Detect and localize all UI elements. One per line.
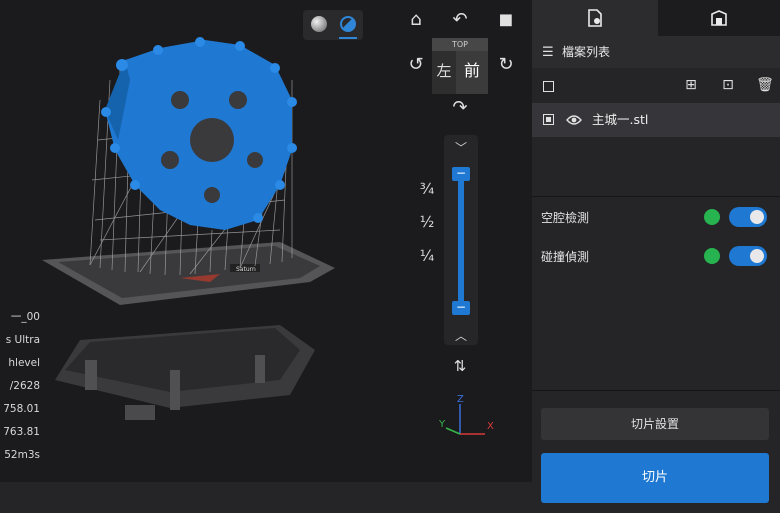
divider [532, 390, 780, 391]
file-list-item[interactable]: 主城一.stl [532, 103, 780, 137]
home-view-icon[interactable]: ⌂ [404, 8, 428, 32]
arrange-icon[interactable]: ⊡ [719, 76, 737, 94]
toggle-knob [750, 249, 764, 263]
file-name: 主城一.stl [592, 112, 649, 127]
slider-chevron-up-icon[interactable]: ︿ [450, 327, 472, 343]
view-cube-top-label: TOP [451, 40, 468, 49]
stat-line: 763.81 [3, 426, 40, 438]
rotate-up-icon[interactable]: ↶ [448, 8, 472, 32]
status-ok-icon [704, 209, 720, 225]
slider-fraction: ¾ [419, 180, 435, 198]
solid-view-icon[interactable] [311, 16, 327, 32]
file-settings-icon [588, 9, 602, 27]
printer-icon [711, 10, 727, 26]
slider-bottom-handle[interactable]: − [452, 301, 470, 315]
stat-line: 一_00 [10, 311, 40, 323]
panel-tabs [532, 0, 780, 36]
collision-check-toggle[interactable] [729, 246, 767, 266]
stat-line: hlevel [8, 357, 40, 369]
layer-slider-track[interactable] [458, 174, 464, 308]
slice-button[interactable]: 切片 [541, 453, 769, 503]
visibility-eye-icon[interactable] [566, 114, 582, 126]
delete-icon[interactable]: 🗑 [756, 76, 774, 94]
model-preview: Saturn [42, 37, 335, 420]
stat-line: 758.01 [3, 403, 40, 415]
slider-fraction: ¼ [419, 247, 435, 265]
file-list-title: 檔案列表 [562, 45, 611, 59]
rotate-left-icon[interactable]: ↺ [404, 53, 428, 77]
rotate-right-icon[interactable]: ↻ [494, 53, 518, 77]
add-file-icon[interactable]: ⊞ [682, 76, 700, 94]
slider-reset-icon[interactable]: ⇅ [448, 354, 472, 378]
slider-top-handle[interactable]: − [452, 167, 470, 181]
slider-chevron-down-icon[interactable]: ﹀ [450, 139, 472, 155]
stat-line: s Ultra [5, 334, 40, 346]
hollow-check-toggle[interactable] [729, 207, 767, 227]
toggle-knob [750, 210, 764, 224]
3d-viewport[interactable]: Saturn 一_00 s Ultra hlevel /2628 758.01 … [0, 0, 532, 513]
tab-printer[interactable] [658, 0, 780, 36]
stat-line: /2628 [9, 380, 40, 392]
axis-gizmo: Z X Y [438, 394, 494, 435]
viewport-status-bar [0, 482, 532, 513]
select-all-checkbox[interactable] [543, 81, 554, 92]
rotate-down-icon[interactable]: ↷ [448, 96, 472, 120]
tab-files[interactable] [532, 0, 658, 36]
hollow-check-label: 空腔檢測 [541, 211, 590, 225]
axis-z-label: Z [457, 394, 464, 405]
file-checkbox[interactable] [543, 114, 554, 125]
axis-y-label: Y [438, 419, 446, 430]
print-stats: 一_00 s Ultra hlevel /2628 758.01 763.81 … [0, 310, 40, 471]
collision-check-label: 碰撞偵測 [541, 250, 590, 264]
render-mode-toggle [303, 10, 363, 40]
status-ok-icon [704, 248, 720, 264]
stat-line: 52m3s [4, 449, 40, 461]
xray-view-icon[interactable] [340, 16, 356, 32]
list-icon: ☰ [542, 45, 554, 60]
right-panel: ☰ 檔案列表 ⊞ ⊡ 🗑 主城一.stl 空腔檢測 碰撞偵測 切片設置 切片 [532, 0, 780, 513]
divider [532, 196, 780, 197]
iso-view-icon[interactable]: ◼ [494, 8, 518, 32]
axis-x-label: X [487, 421, 494, 432]
slider-fraction: ½ [419, 213, 435, 231]
view-cube-left[interactable]: 左 [432, 51, 456, 94]
view-cube-front[interactable]: 前 [456, 51, 488, 94]
slice-settings-button[interactable]: 切片設置 [541, 408, 769, 440]
active-mode-indicator [339, 37, 357, 39]
file-list-header: ☰ 檔案列表 [532, 36, 780, 68]
plate-label: Saturn [236, 266, 256, 273]
